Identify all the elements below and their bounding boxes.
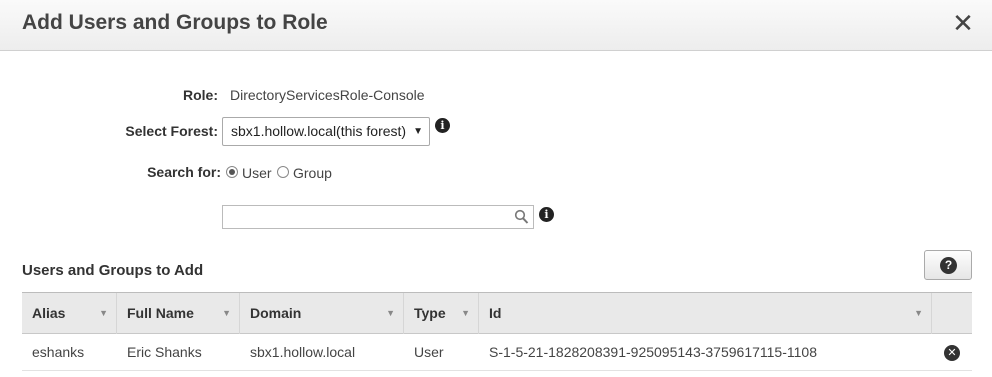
role-label: Role: <box>183 87 218 103</box>
cell-full-name: Eric Shanks <box>127 344 202 360</box>
user-radio[interactable] <box>226 166 238 178</box>
section-title: Users and Groups to Add <box>22 262 204 279</box>
column-header-domain[interactable]: Domain ▼ <box>240 293 404 334</box>
search-icon[interactable] <box>514 209 529 225</box>
sort-icon: ▼ <box>99 308 108 318</box>
column-header-id[interactable]: Id ▼ <box>479 293 932 334</box>
search-input[interactable] <box>222 205 534 229</box>
sort-icon: ▼ <box>222 308 231 318</box>
info-icon[interactable]: i <box>539 207 554 222</box>
column-header-alias[interactable]: Alias ▼ <box>22 293 117 334</box>
sort-icon: ▼ <box>461 308 470 318</box>
role-value: DirectoryServicesRole-Console <box>230 87 425 103</box>
sort-icon: ▼ <box>386 308 395 318</box>
cell-alias: eshanks <box>32 344 85 360</box>
cell-id: S-1-5-21-1828208391-925095143-3759617115… <box>489 344 817 360</box>
dialog-title: Add Users and Groups to Role <box>22 11 328 34</box>
help-button[interactable]: ? <box>924 250 972 280</box>
group-radio[interactable] <box>277 166 289 178</box>
forest-select[interactable]: sbx1.hollow.local(this forest) ▼ <box>222 117 430 146</box>
forest-label: Select Forest: <box>125 123 218 139</box>
dropdown-arrow-icon: ▼ <box>413 126 423 137</box>
group-radio-label: Group <box>293 165 332 181</box>
cell-domain: sbx1.hollow.local <box>250 344 356 360</box>
table-row: eshanks Eric Shanks sbx1.hollow.local Us… <box>22 334 972 371</box>
info-icon[interactable]: i <box>435 118 450 133</box>
user-radio-label: User <box>242 165 272 181</box>
column-header-type[interactable]: Type ▼ <box>404 293 479 334</box>
cell-type: User <box>414 344 444 360</box>
question-icon: ? <box>940 257 957 274</box>
remove-icon[interactable]: ✕ <box>944 345 960 361</box>
users-table: Alias ▼ Full Name ▼ Domain ▼ Type ▼ Id ▼ esha… <box>22 292 972 371</box>
sort-icon: ▼ <box>914 308 923 318</box>
dialog-header: Add Users and Groups to Role ✕ <box>0 0 992 51</box>
column-header-full-name[interactable]: Full Name ▼ <box>117 293 240 334</box>
close-icon[interactable]: ✕ <box>952 10 974 36</box>
search-for-label: Search for: <box>147 164 221 180</box>
table-header: Alias ▼ Full Name ▼ Domain ▼ Type ▼ Id ▼ <box>22 292 972 334</box>
forest-select-value: sbx1.hollow.local(this forest) <box>231 123 407 139</box>
